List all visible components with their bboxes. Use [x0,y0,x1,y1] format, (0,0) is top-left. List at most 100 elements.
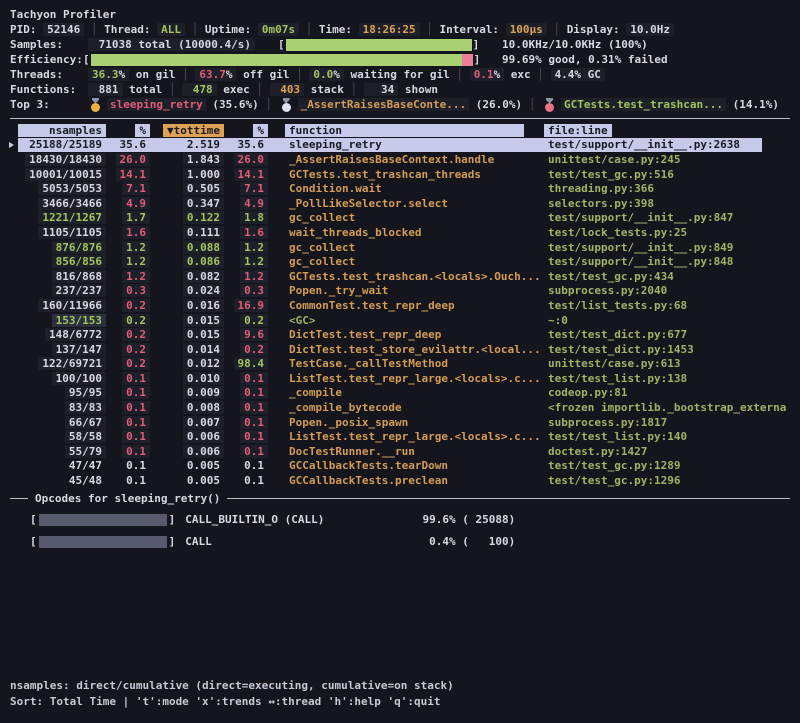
footer-legend: nsamples: direct/cumulative (direct=exec… [10,678,800,694]
efficiency-line: Efficiency: [ ] 99.69% good, 0.31% faile… [10,52,800,67]
samples-rate-text: 10.0KHz/10.0KHz (100%) [502,38,648,51]
function-cell: GCTests.test_trashcan_threads [268,168,540,181]
table-row[interactable]: 148/6772 0.2 0.015 9.6 DictTest.test_rep… [18,327,800,342]
table-row[interactable]: 160/11966 0.2 0.016 16.9 CommonTest.test… [18,298,800,313]
function-cell: gc_collect [268,255,540,268]
file-line-cell: test/test_gc.py:516 [540,168,788,181]
table-row[interactable]: 45/48 0.1 0.005 0.1 GCCallbackTests.prec… [18,473,800,488]
efficiency-bar-track [91,54,473,66]
tottime-cell: 0.505 [150,182,224,195]
function-cell: DictTest.test_repr_deep [268,328,540,341]
tottime-cell: 0.024 [150,284,224,297]
cumulative-percent-cell: 0.2 [224,314,268,327]
function-cell: GCCallbackTests.tearDown [268,459,540,472]
table-row[interactable]: 55/79 0.1 0.006 0.1 DocTestRunner.__run … [18,444,800,459]
table-row[interactable]: 153/153 0.2 0.015 0.2 <GC> ~:0 [18,313,800,328]
samples-total: 71038 total (10000.4/s) [88,38,255,51]
cumulative-percent-cell: 98.4 [224,357,268,370]
function-cell: Condition.wait [268,182,540,195]
function-cell: ListTest.test_repr_large.<locals>.c... [268,430,540,443]
tottime-cell: 0.012 [150,357,224,370]
efficiency-label: Efficiency: [10,53,83,66]
efficiency-summary: 99.69% good, 0.31% failed [502,53,668,66]
function-cell: gc_collect [268,241,540,254]
nsamples-cell: 95/95 [18,386,106,399]
cumulative-percent-cell: 1.2 [224,255,268,268]
nsamples-cell: 5053/5053 [18,182,106,195]
table-row[interactable]: 816/868 1.2 0.082 1.2 GCTests.test_trash… [18,269,800,284]
table-row[interactable]: 3466/3466 4.9 0.347 4.9 _PollLikeSelecto… [18,196,800,211]
header-file-line[interactable]: file:line [540,124,788,137]
nsamples-cell: 18430/18430 [18,153,106,166]
table-row[interactable]: 25188/25189 35.6 2.519 35.6 sleeping_ret… [18,138,762,153]
table-row[interactable]: 1221/1267 1.7 0.122 1.8 gc_collect test/… [18,211,800,226]
separator: │ [162,83,182,96]
functions-label: Functions: [10,83,88,96]
nsamples-cell: 237/237 [18,284,106,297]
function-cell: TestCase._callTestMethod [268,357,540,370]
nsamples-cell: 25188/25189 [18,138,106,151]
header-tottime-sorted[interactable]: ▼tottime [150,124,224,137]
cumulative-percent-cell: 4.9 [224,197,268,210]
opcodes-rule-right [227,498,790,499]
separator: │ [450,68,470,81]
header-cumulative-percent[interactable]: % [224,124,268,137]
top3-function[interactable]: GCTests.test_trashcan... [561,98,726,111]
tottime-cell: 0.016 [150,299,224,312]
table-row[interactable]: 876/876 1.2 0.088 1.2 gc_collect test/su… [18,240,800,255]
top1-function[interactable]: sleeping_retry [107,98,206,111]
table-row[interactable]: 10001/10015 14.1 1.000 14.1 GCTests.test… [18,167,800,182]
separator: │ [547,23,567,36]
function-cell: gc_collect [268,211,540,224]
cumulative-percent-cell: 0.1 [224,474,268,487]
app-title-line: Tachyon Profiler [10,7,800,22]
cumulative-percent-cell: 0.2 [224,343,268,356]
table-row[interactable]: 47/47 0.1 0.005 0.1 GCCallbackTests.tear… [18,459,800,474]
table-row[interactable]: 58/58 0.1 0.006 0.1 ListTest.test_repr_l… [18,429,800,444]
header-direct-percent[interactable]: % [106,124,150,137]
selected-row-arrow-icon [9,141,17,149]
file-line-cell: test/list_tests.py:68 [540,299,788,312]
table-row[interactable]: 856/856 1.2 0.086 1.2 gc_collect test/su… [18,254,800,269]
thread-label: Thread: [104,23,157,36]
table-row[interactable]: 122/69721 0.2 0.012 98.4 TestCase._callT… [18,357,800,372]
table-row[interactable]: 18430/18430 26.0 1.843 26.0 _AssertRaise… [18,152,800,167]
table-row[interactable]: 137/147 0.2 0.014 0.2 DictTest.test_stor… [18,342,800,357]
tottime-cell: 0.122 [150,211,224,224]
cumulative-percent-cell: 0.1 [224,401,268,414]
direct-percent-cell: 1.2 [106,270,150,283]
table-row[interactable]: 100/100 0.1 0.010 0.1 ListTest.test_repr… [18,371,800,386]
waiting-gil-value: 0.0% [309,68,344,81]
on-gil-suffix: on gil [129,68,175,81]
file-line-cell: test/test_dict.py:677 [540,328,788,341]
table-top-divider [10,118,790,119]
table-row[interactable]: 5053/5053 7.1 0.505 7.1 Condition.wait t… [18,181,800,196]
table-row[interactable]: 237/237 0.3 0.024 0.3 Popen._try_wait su… [18,284,800,299]
function-cell: DictTest.test_store_evilattr.<local... [268,343,540,356]
table-row[interactable]: 95/95 0.1 0.009 0.1 _compile codeop.py:8… [18,386,800,401]
thread-value[interactable]: ALL [157,23,185,36]
separator: │ [289,68,309,81]
nsamples-cell: 122/69721 [18,357,106,370]
table-row[interactable]: 1105/1105 1.6 0.111 1.6 wait_threads_blo… [18,225,800,240]
off-gil-suffix: off gil [236,68,289,81]
top3-percent: (14.1%) [726,98,779,111]
efficiency-bar: [ ] [83,53,480,66]
direct-percent-cell: 0.2 [106,328,150,341]
opcode-bar-row: [ ] CALL_BUILTIN_O (CALL) 99.6% ( 25088) [30,509,800,531]
table-row[interactable]: 66/67 0.1 0.007 0.1 Popen._posix_spawn s… [18,415,800,430]
bronze-medal-icon [544,98,555,112]
header-nsamples[interactable]: nsamples [18,124,106,137]
top2-function[interactable]: _AssertRaisesBaseConte... [298,98,470,111]
tottime-cell: 0.006 [150,430,224,443]
tottime-cell: 0.347 [150,197,224,210]
nsamples-cell: 66/67 [18,416,106,429]
direct-percent-cell: 0.1 [106,445,150,458]
cumulative-percent-cell: 0.1 [224,372,268,385]
table-row[interactable]: 83/83 0.1 0.008 0.1 _compile_bytecode <f… [18,400,800,415]
nsamples-cell: 47/47 [18,459,106,472]
header-function[interactable]: function [268,124,540,137]
cumulative-percent-cell: 0.1 [224,445,268,458]
file-line-cell: subprocess.py:1817 [540,416,788,429]
tottime-cell: 0.005 [150,459,224,472]
